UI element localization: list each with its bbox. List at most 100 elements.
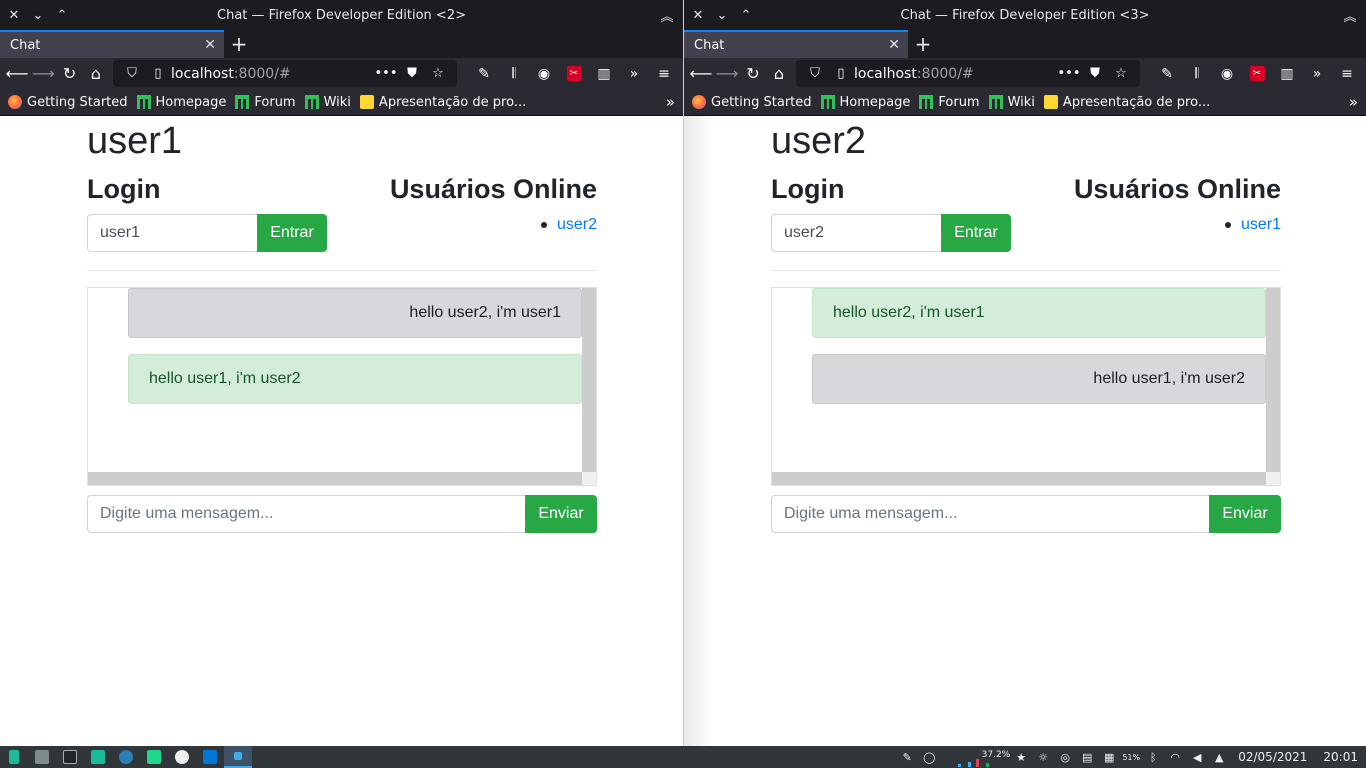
username-input[interactable]: user1 bbox=[87, 214, 257, 252]
sidebar-icon[interactable]: ▥ bbox=[589, 60, 619, 88]
browser-icon[interactable] bbox=[168, 746, 196, 768]
message-input[interactable]: Digite uma mensagem... bbox=[87, 495, 525, 533]
account-icon[interactable]: ◉ bbox=[1212, 60, 1242, 88]
username-input[interactable]: user2 bbox=[771, 214, 941, 252]
account-icon[interactable]: ◉ bbox=[529, 60, 559, 88]
tab-chat[interactable]: Chat ✕ bbox=[684, 30, 908, 58]
clipboard-icon[interactable]: ▦ bbox=[1098, 746, 1120, 768]
system-monitor-icon[interactable]: ▤ bbox=[1076, 746, 1098, 768]
keep-above-icon[interactable]: ︽ bbox=[1338, 0, 1362, 30]
login-button[interactable]: Entrar bbox=[257, 214, 327, 252]
hamburger-menu-icon[interactable]: ≡ bbox=[649, 60, 679, 88]
terminal-icon[interactable] bbox=[56, 746, 84, 768]
shield-icon[interactable]: ⛉ bbox=[119, 66, 145, 81]
desktop-pager-icon[interactable] bbox=[28, 746, 56, 768]
page-info-icon[interactable]: ▯ bbox=[145, 66, 171, 81]
close-tab-icon[interactable]: ✕ bbox=[204, 37, 216, 53]
forward-button[interactable]: ⟶ bbox=[30, 60, 56, 88]
horizontal-scrollbar[interactable] bbox=[772, 472, 1266, 485]
disk-icon[interactable]: ◎ bbox=[1054, 746, 1076, 768]
page-actions-icon[interactable]: ••• bbox=[1056, 66, 1082, 81]
extension-icon[interactable]: ✂ bbox=[559, 60, 589, 88]
bookmarks-overflow-icon[interactable]: » bbox=[1349, 93, 1358, 111]
bookmark-wiki[interactable]: Wiki bbox=[988, 95, 1035, 110]
maximize-window-icon[interactable]: ⌃ bbox=[50, 0, 74, 30]
shield-icon[interactable]: ⛉ bbox=[802, 66, 828, 81]
online-user-link[interactable]: user2 bbox=[557, 216, 597, 234]
firefox-developer-taskbar-icon[interactable] bbox=[224, 746, 252, 768]
horizontal-scrollbar[interactable] bbox=[88, 472, 582, 485]
back-button[interactable]: ⟵ bbox=[4, 60, 30, 88]
bluetooth-icon[interactable]: ᛒ bbox=[1142, 746, 1164, 768]
pocket-icon[interactable]: ⛊ bbox=[1082, 66, 1108, 81]
messages-box[interactable]: hello user2, i'm user1 hello user1, i'm … bbox=[87, 287, 597, 486]
library-icon[interactable]: 𝄃 bbox=[1182, 60, 1212, 88]
hamburger-menu-icon[interactable]: ≡ bbox=[1332, 60, 1362, 88]
close-tab-icon[interactable]: ✕ bbox=[888, 37, 900, 53]
page-actions-icon[interactable]: ••• bbox=[373, 66, 399, 81]
online-user-link[interactable]: user1 bbox=[1241, 216, 1281, 234]
overflow-menu-icon[interactable]: » bbox=[1302, 60, 1332, 88]
bookmark-homepage[interactable]: Homepage bbox=[820, 95, 910, 110]
minimize-window-icon[interactable]: ⌄ bbox=[26, 0, 50, 30]
bookmark-homepage[interactable]: Homepage bbox=[136, 95, 226, 110]
color-picker-icon[interactable]: ✎ bbox=[896, 746, 918, 768]
home-button[interactable]: ⌂ bbox=[766, 60, 792, 88]
send-button[interactable]: Enviar bbox=[525, 495, 597, 533]
bookmark-apresentacao[interactable]: Apresentação de pro... bbox=[359, 95, 526, 110]
vertical-scrollbar[interactable] bbox=[1266, 288, 1280, 472]
send-button[interactable]: Enviar bbox=[1209, 495, 1281, 533]
minimize-window-icon[interactable]: ⌄ bbox=[710, 0, 734, 30]
bookmark-forum[interactable]: Forum bbox=[919, 95, 980, 110]
tab-chat[interactable]: Chat ✕ bbox=[0, 30, 224, 58]
update-icon[interactable]: ◯ bbox=[918, 746, 940, 768]
reload-button[interactable]: ↻ bbox=[740, 60, 766, 88]
favorite-star-icon[interactable]: ★ bbox=[1010, 746, 1032, 768]
messages-box[interactable]: hello user2, i'm user1 hello user1, i'm … bbox=[771, 287, 1281, 486]
volume-icon[interactable]: ◀ bbox=[1186, 746, 1208, 768]
bookmarks-overflow-icon[interactable]: » bbox=[666, 93, 675, 111]
bookmark-star-icon[interactable]: ☆ bbox=[1108, 66, 1134, 81]
bookmark-forum[interactable]: Forum bbox=[235, 95, 296, 110]
url-bar[interactable]: ⛉ ▯ localhost:8000/# ••• ⛊ ☆ bbox=[113, 60, 457, 87]
bookmark-getting-started[interactable]: Getting Started bbox=[8, 95, 128, 110]
file-manager-icon[interactable] bbox=[84, 746, 112, 768]
home-button[interactable]: ⌂ bbox=[83, 60, 109, 88]
battery-icon[interactable]: 51% bbox=[1120, 746, 1142, 768]
close-window-icon[interactable]: ✕ bbox=[686, 0, 710, 30]
reload-button[interactable]: ↻ bbox=[57, 60, 83, 88]
overflow-menu-icon[interactable]: » bbox=[619, 60, 649, 88]
application-menu-icon[interactable] bbox=[0, 746, 28, 768]
store-icon[interactable] bbox=[112, 746, 140, 768]
vscode-icon[interactable] bbox=[196, 746, 224, 768]
taskbar-date[interactable]: 02/05/2021 bbox=[1230, 750, 1315, 764]
bookmark-star-icon[interactable]: ☆ bbox=[425, 66, 451, 81]
vertical-scrollbar[interactable] bbox=[582, 288, 596, 472]
developer-tools-icon[interactable]: ✎ bbox=[1152, 60, 1182, 88]
message-input[interactable]: Digite uma mensagem... bbox=[771, 495, 1209, 533]
new-tab-button[interactable]: + bbox=[908, 30, 938, 58]
close-window-icon[interactable]: ✕ bbox=[2, 0, 26, 30]
pocket-icon[interactable]: ⛊ bbox=[399, 66, 425, 81]
bookmark-getting-started[interactable]: Getting Started bbox=[692, 95, 812, 110]
login-button[interactable]: Entrar bbox=[941, 214, 1011, 252]
keep-above-icon[interactable]: ︽ bbox=[655, 0, 679, 30]
divider bbox=[87, 270, 597, 271]
new-tab-button[interactable]: + bbox=[224, 30, 254, 58]
bookmark-wiki[interactable]: Wiki bbox=[304, 95, 351, 110]
forward-button[interactable]: ⟶ bbox=[714, 60, 740, 88]
tray-expand-icon[interactable]: ▲ bbox=[1208, 746, 1230, 768]
back-button[interactable]: ⟵ bbox=[688, 60, 714, 88]
extension-icon[interactable]: ✂ bbox=[1242, 60, 1272, 88]
wifi-icon[interactable]: ◠ bbox=[1164, 746, 1186, 768]
url-bar[interactable]: ⛉ ▯ localhost:8000/# ••• ⛊ ☆ bbox=[796, 60, 1140, 87]
page-info-icon[interactable]: ▯ bbox=[828, 66, 854, 81]
taskbar-clock[interactable]: 20:01 bbox=[1315, 750, 1366, 764]
pycharm-icon[interactable] bbox=[140, 746, 168, 768]
sidebar-icon[interactable]: ▥ bbox=[1272, 60, 1302, 88]
library-icon[interactable]: 𝄃 bbox=[499, 60, 529, 88]
developer-tools-icon[interactable]: ✎ bbox=[469, 60, 499, 88]
bookmark-apresentacao[interactable]: Apresentação de pro... bbox=[1043, 95, 1210, 110]
maximize-window-icon[interactable]: ⌃ bbox=[734, 0, 758, 30]
brightness-icon[interactable]: ☼ bbox=[1032, 746, 1054, 768]
